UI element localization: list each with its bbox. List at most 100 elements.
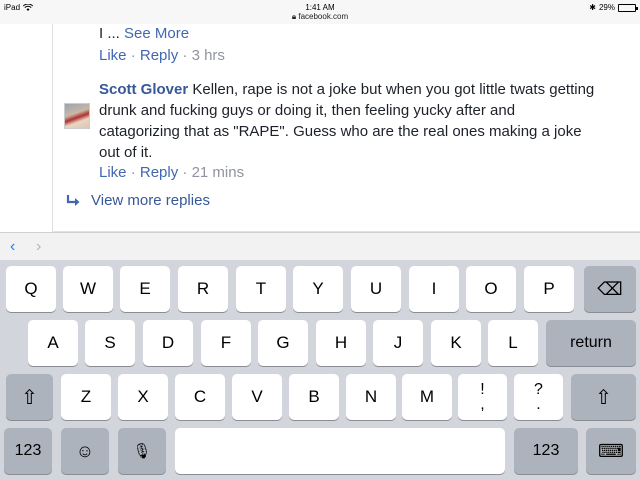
delete-icon: ⌫ — [597, 278, 623, 299]
comment-author[interactable]: Scott Glover — [99, 81, 188, 98]
key-label: Y — [312, 279, 324, 298]
input-accessory-bar: ‹ › — [0, 232, 640, 260]
address-bar[interactable]: 🔒︎ facebook.com — [0, 12, 640, 22]
delete-key[interactable]: ⌫ — [584, 266, 636, 312]
key-label: K — [450, 333, 462, 352]
previous-comment-snippet: I ... See More — [99, 25, 189, 42]
address-url: facebook.com — [298, 12, 349, 21]
shift-icon: ⇧ — [595, 386, 612, 409]
key-label: 123 — [14, 442, 42, 459]
comments-thread[interactable]: I ... See More Like · Reply · 3 hrs Scot… — [0, 24, 640, 232]
key-h[interactable]: H — [316, 320, 366, 366]
key-d[interactable]: D — [143, 320, 193, 366]
numbers-key-right[interactable]: 123 — [514, 428, 578, 474]
key-label: S — [104, 333, 116, 352]
onscreen-keyboard: Q W E R T Y U I O P ⌫ A S D F G H J K Lreturn ⇧ Z X C V B N M!,?. ⇧ 1… — [0, 260, 640, 480]
key-f[interactable]: F — [201, 320, 251, 366]
reply-arrow-icon — [66, 194, 80, 206]
key-a[interactable]: A — [28, 320, 78, 366]
view-more-replies-label: View more replies — [91, 192, 210, 209]
key-q[interactable]: Q — [6, 266, 56, 312]
key-label: H — [334, 333, 348, 352]
shift-key-right[interactable]: ⇧ — [571, 374, 636, 420]
key-label: V — [251, 387, 263, 406]
key-label: J — [393, 333, 403, 352]
key-exclamation-comma[interactable]: !, — [458, 374, 507, 420]
key-x[interactable]: X — [118, 374, 168, 420]
status-bar: iPad 1:41 AM 🔒︎ facebook.com ✱ 29% — [0, 0, 640, 24]
key-label: X — [137, 387, 149, 406]
key-t[interactable]: T — [236, 266, 286, 312]
key-label-bottom: . — [536, 396, 541, 413]
shift-icon: ⇧ — [21, 386, 38, 409]
microphone-icon: 🎙 — [132, 443, 152, 460]
shift-key-left[interactable]: ⇧ — [6, 374, 53, 420]
key-label: T — [255, 279, 267, 298]
key-k[interactable]: K — [431, 320, 481, 366]
key-label: return — [570, 334, 612, 351]
space-bar[interactable] — [175, 428, 505, 474]
numbers-key-left[interactable]: 123 — [4, 428, 52, 474]
key-z[interactable]: Z — [61, 374, 111, 420]
dictation-key[interactable]: 🎙 — [118, 428, 166, 474]
key-label: M — [419, 387, 435, 406]
like-link[interactable]: Like — [99, 47, 127, 64]
key-label: B — [308, 387, 320, 406]
key-label: 123 — [532, 442, 560, 459]
key-y[interactable]: Y — [293, 266, 343, 312]
key-n[interactable]: N — [346, 374, 396, 420]
key-question-period[interactable]: ?. — [514, 374, 563, 420]
key-label: Q — [24, 279, 38, 298]
separator: · — [178, 47, 192, 64]
hide-keyboard-key[interactable]: ⌨ — [586, 428, 636, 474]
previous-comment-text: I ... — [99, 25, 120, 42]
comment-time: 21 mins — [191, 164, 245, 181]
key-i[interactable]: I — [409, 266, 459, 312]
emoji-key[interactable]: ☺ — [61, 428, 109, 474]
next-field-icon[interactable]: › — [36, 238, 41, 256]
key-r[interactable]: R — [178, 266, 228, 312]
separator: · — [126, 47, 140, 64]
previous-field-icon[interactable]: ‹ — [10, 238, 15, 256]
key-s[interactable]: S — [85, 320, 135, 366]
reply-link[interactable]: Reply — [140, 164, 178, 181]
key-label: L — [508, 333, 518, 352]
key-label: R — [196, 279, 210, 298]
key-label-top: ! — [480, 381, 485, 398]
key-label: U — [369, 279, 383, 298]
see-more-link[interactable]: See More — [124, 25, 189, 42]
key-label: A — [47, 333, 59, 352]
key-w[interactable]: W — [63, 266, 113, 312]
key-p[interactable]: P — [524, 266, 574, 312]
key-e[interactable]: E — [120, 266, 170, 312]
battery-icon — [618, 3, 638, 12]
key-label: C — [193, 387, 207, 406]
key-u[interactable]: U — [351, 266, 401, 312]
lock-icon: 🔒︎ — [291, 12, 297, 21]
reply-link[interactable]: Reply — [140, 47, 178, 64]
key-g[interactable]: G — [258, 320, 308, 366]
battery-percent: 29% — [598, 3, 615, 12]
comment-body: Scott Glover Kellen, rape is not a joke … — [99, 79, 599, 163]
key-l[interactable]: L — [488, 320, 538, 366]
key-o[interactable]: O — [466, 266, 516, 312]
thread-line — [52, 24, 53, 232]
avatar[interactable] — [64, 103, 90, 129]
key-v[interactable]: V — [232, 374, 282, 420]
status-time: 1:41 AM — [305, 3, 335, 12]
return-key[interactable]: return — [546, 320, 636, 366]
key-label: G — [276, 333, 290, 352]
key-label: O — [484, 279, 498, 298]
key-label: D — [161, 333, 175, 352]
key-m[interactable]: M — [402, 374, 452, 420]
status-right: ✱ 29% — [589, 3, 638, 12]
key-c[interactable]: C — [175, 374, 225, 420]
emoji-icon: ☺ — [75, 440, 95, 461]
keyboard-hide-icon: ⌨ — [598, 440, 624, 461]
key-label-bottom: , — [480, 396, 485, 413]
key-j[interactable]: J — [373, 320, 423, 366]
like-link[interactable]: Like — [99, 164, 127, 181]
key-b[interactable]: B — [289, 374, 339, 420]
key-label-top: ? — [534, 381, 543, 398]
view-more-replies[interactable]: View more replies — [66, 192, 210, 209]
